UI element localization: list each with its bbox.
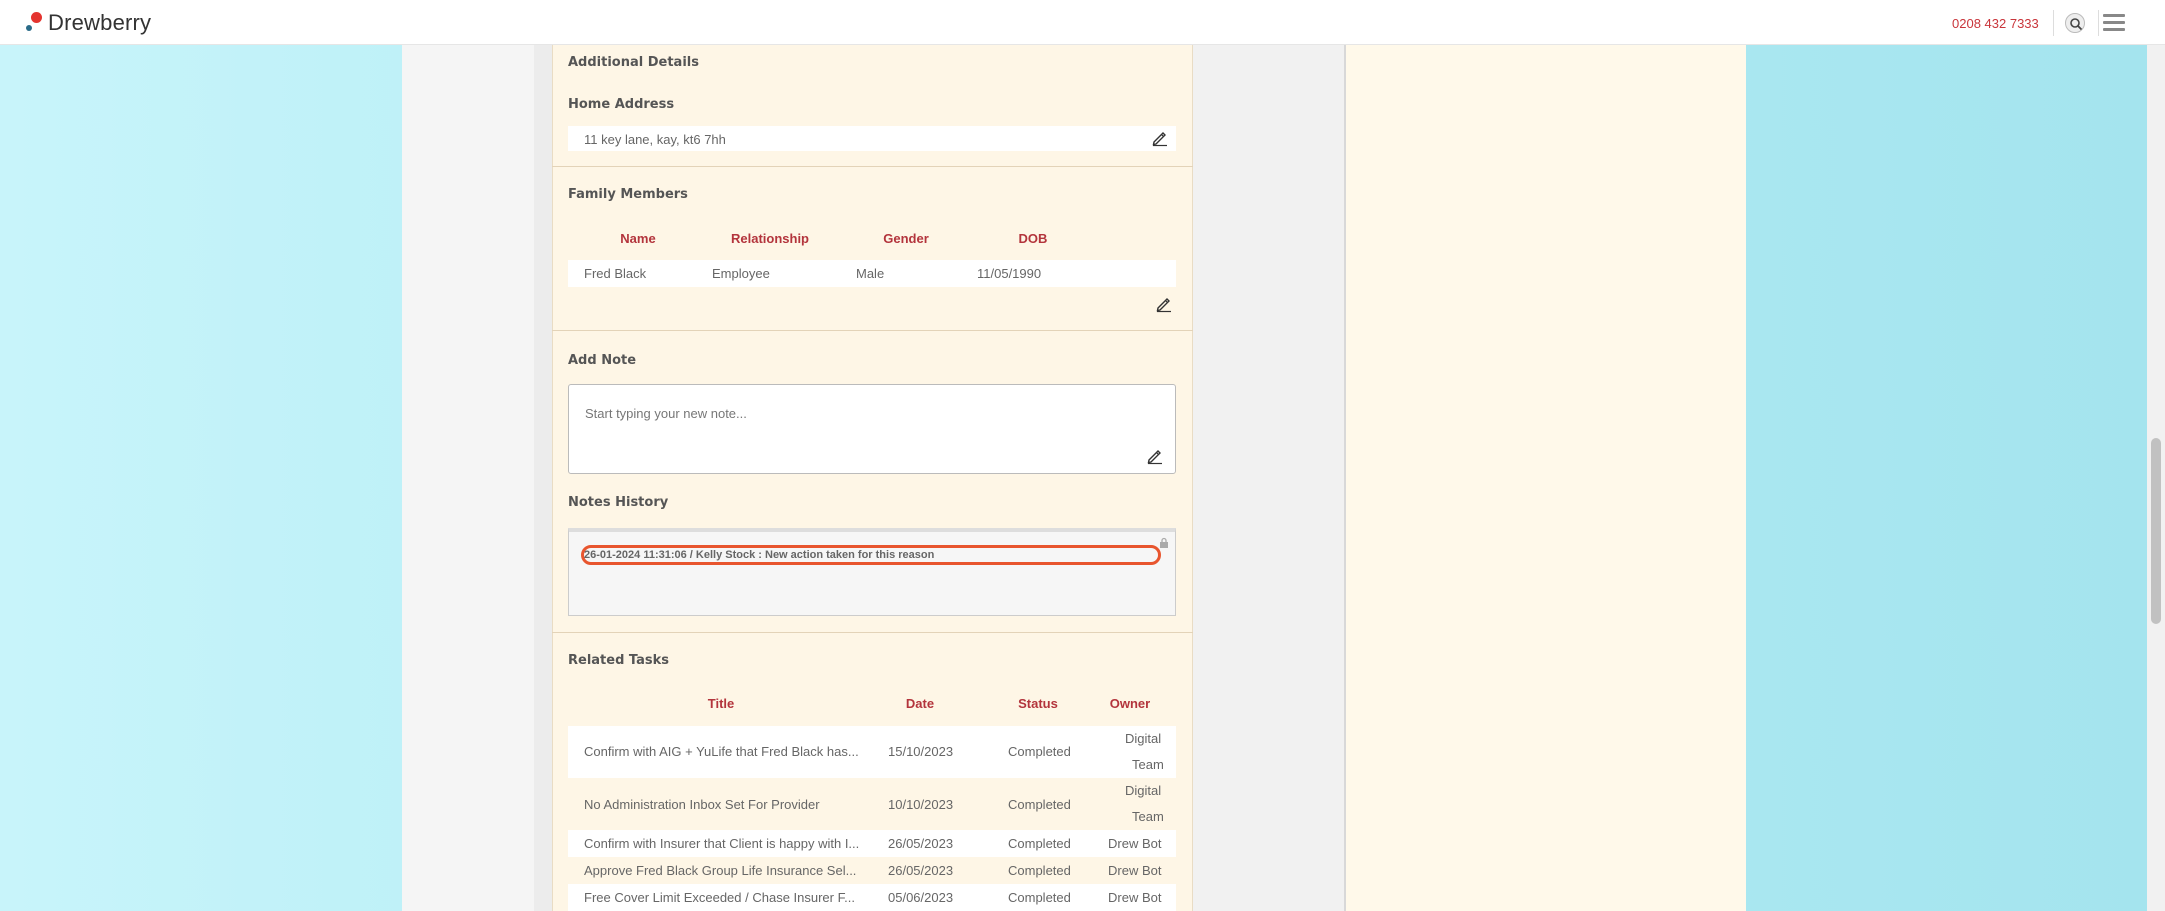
task-owner-line2: Team bbox=[1132, 757, 1164, 772]
phone-number-link[interactable]: 0208 432 7333 bbox=[1952, 16, 2039, 31]
task-owner-line2: Team bbox=[1132, 809, 1164, 824]
task-title: Confirm with AIG + YuLife that Fred Blac… bbox=[584, 744, 859, 759]
family-member-dob: 11/05/1990 bbox=[977, 266, 1042, 281]
task-owner: Drew Bot bbox=[1108, 863, 1162, 878]
home-address-value: 11 key lane, kay, kt6 7hh bbox=[584, 132, 726, 147]
task-status: Completed bbox=[1008, 863, 1071, 878]
task-owner: Drew Bot bbox=[1108, 890, 1162, 905]
task-status: Completed bbox=[1008, 797, 1071, 812]
column-header-name: Name bbox=[620, 231, 656, 246]
section-title: Related Tasks bbox=[568, 653, 670, 668]
drewberry-logo[interactable]: Drewberry bbox=[25, 9, 151, 37]
hamburger-menu-button[interactable] bbox=[2103, 14, 2125, 32]
save-note-pencil-icon[interactable] bbox=[1146, 447, 1164, 465]
task-title: Approve Fred Black Group Life Insurance … bbox=[584, 863, 857, 878]
task-status: Completed bbox=[1008, 744, 1071, 759]
scrollbar-thumb[interactable] bbox=[2151, 438, 2161, 624]
header-divider bbox=[2098, 10, 2099, 36]
section-title: Family Members bbox=[568, 187, 688, 202]
logo-mark-icon bbox=[25, 11, 45, 35]
notes-history-list[interactable]: 26-01-2024 11:31:06 / Kelly Stock : New … bbox=[568, 528, 1176, 616]
family-member-name: Fred Black bbox=[584, 266, 647, 281]
task-row[interactable]: Free Cover Limit Exceeded / Chase Insure… bbox=[568, 884, 1176, 911]
task-status: Completed bbox=[1008, 890, 1071, 905]
note-placeholder: Start typing your new note... bbox=[585, 406, 747, 421]
task-title: No Administration Inbox Set For Provider bbox=[584, 797, 820, 812]
task-row[interactable]: Confirm with AIG + YuLife that Fred Blac… bbox=[568, 726, 1176, 778]
task-title: Free Cover Limit Exceeded / Chase Insure… bbox=[584, 890, 855, 905]
task-owner: Digital bbox=[1125, 783, 1162, 798]
logo-text: Drewberry bbox=[48, 10, 152, 35]
gutter-panel bbox=[1192, 45, 1344, 911]
column-header-relationship: Relationship bbox=[730, 231, 809, 246]
task-title: Confirm with Insurer that Client is happ… bbox=[584, 836, 860, 851]
section-title: Additional Details bbox=[568, 55, 699, 70]
family-members-section: Family Members bbox=[552, 167, 1193, 331]
task-row[interactable]: No Administration Inbox Set For Provider… bbox=[568, 778, 1176, 830]
column-header-gender: Gender bbox=[883, 231, 929, 246]
family-member-relationship: Employee bbox=[712, 266, 770, 281]
column-header-date: Date bbox=[905, 696, 935, 711]
edit-pencil-icon[interactable] bbox=[1155, 295, 1173, 313]
top-header: Drewberry 0208 432 7333 bbox=[0, 0, 2165, 45]
family-member-gender: Male bbox=[856, 266, 885, 281]
column-header-owner: Owner bbox=[1109, 696, 1151, 711]
task-owner: Digital bbox=[1125, 731, 1162, 746]
right-column bbox=[1344, 45, 1746, 911]
column-header-dob: DOB bbox=[1018, 231, 1048, 246]
task-row[interactable]: Approve Fred Black Group Life Insurance … bbox=[568, 857, 1176, 884]
task-date: 10/10/2023 bbox=[888, 797, 954, 812]
home-address-label: Home Address bbox=[568, 97, 675, 112]
task-owner: Drew Bot bbox=[1108, 836, 1162, 851]
task-date: 05/06/2023 bbox=[888, 890, 954, 905]
task-row[interactable]: Confirm with Insurer that Client is happ… bbox=[568, 830, 1176, 857]
search-button[interactable] bbox=[2065, 13, 2085, 33]
task-date: 26/05/2023 bbox=[888, 863, 954, 878]
family-member-row[interactable]: Fred Black Employee Male 11/05/1990 bbox=[568, 260, 1176, 287]
add-note-title: Add Note bbox=[568, 353, 637, 368]
lock-icon bbox=[1160, 537, 1168, 548]
search-icon bbox=[2070, 18, 2083, 31]
notes-history-title: Notes History bbox=[568, 495, 669, 510]
task-status: Completed bbox=[1008, 836, 1071, 851]
edit-pencil-icon[interactable] bbox=[1151, 129, 1169, 147]
header-divider bbox=[2053, 10, 2054, 36]
column-header-title: Title bbox=[707, 696, 735, 711]
home-address-field[interactable]: 11 key lane, kay, kt6 7hh bbox=[568, 126, 1176, 151]
task-date: 26/05/2023 bbox=[888, 836, 954, 851]
task-date: 15/10/2023 bbox=[888, 744, 954, 759]
column-header-status: Status bbox=[1018, 696, 1058, 711]
new-note-textarea[interactable]: Start typing your new note... bbox=[568, 384, 1176, 474]
notes-history-entry[interactable]: 26-01-2024 11:31:06 / Kelly Stock : New … bbox=[581, 545, 1161, 565]
